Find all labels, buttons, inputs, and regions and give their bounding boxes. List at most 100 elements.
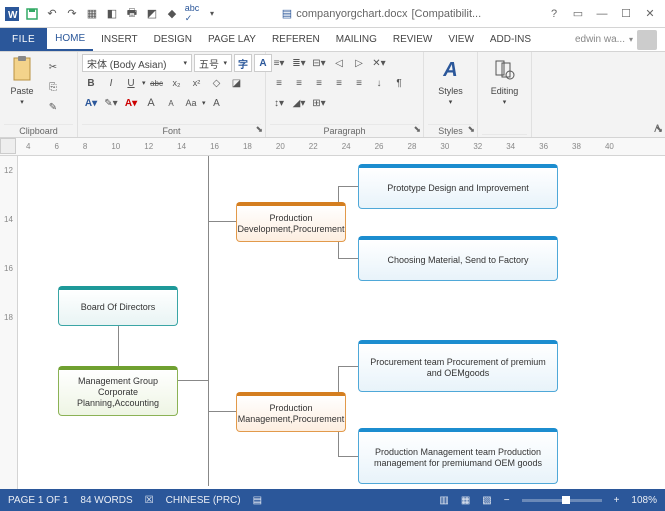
shrink-font-button[interactable]: A bbox=[162, 94, 180, 112]
help-button[interactable]: ? bbox=[543, 4, 565, 24]
multilevel-button[interactable]: ⊟▾ bbox=[310, 54, 328, 72]
change-case-button[interactable]: Aa bbox=[182, 94, 200, 112]
connector bbox=[208, 411, 238, 412]
subscript-button[interactable]: x₂ bbox=[168, 74, 186, 92]
read-mode-button[interactable]: ▥ bbox=[439, 495, 448, 506]
word-count[interactable]: 84 WORDS bbox=[80, 495, 132, 506]
ruler-tick: 40 bbox=[605, 142, 614, 151]
qat-dropdown-icon[interactable]: ▾ bbox=[204, 6, 220, 22]
spellcheck-status[interactable]: ☒ bbox=[145, 495, 154, 506]
print-layout-button[interactable]: ▦ bbox=[461, 495, 470, 506]
macro-status[interactable]: ▤ bbox=[253, 495, 262, 506]
numbering-button[interactable]: ≣▾ bbox=[290, 54, 308, 72]
zoom-level[interactable]: 108% bbox=[631, 495, 657, 506]
sort-button[interactable]: ↓ bbox=[370, 74, 388, 92]
tab-review[interactable]: REVIEW bbox=[385, 28, 440, 51]
ruler-tick: 30 bbox=[440, 142, 449, 151]
font-color-button[interactable]: A▾ bbox=[122, 94, 140, 112]
tab-design[interactable]: DESIGN bbox=[146, 28, 200, 51]
asian-layout-button[interactable]: ✕▾ bbox=[370, 54, 388, 72]
format-painter-button[interactable]: ✎ bbox=[44, 98, 62, 116]
undo-icon[interactable]: ↶ bbox=[44, 6, 60, 22]
minimize-button[interactable]: — bbox=[591, 4, 613, 24]
language-status[interactable]: CHINESE (PRC) bbox=[166, 495, 241, 506]
tab-insert[interactable]: INSERT bbox=[93, 28, 146, 51]
ruler-tick: 14 bbox=[177, 142, 186, 151]
org-box-procteam[interactable]: Procurement team Procurement of premium … bbox=[358, 340, 558, 392]
org-box-proto[interactable]: Prototype Design and Improvement bbox=[358, 164, 558, 209]
tab-home[interactable]: HOME bbox=[47, 28, 93, 51]
save-icon[interactable] bbox=[24, 6, 40, 22]
borders-button[interactable]: ⊞▾ bbox=[310, 94, 328, 112]
underline-button[interactable]: U bbox=[122, 74, 140, 92]
org-box-proddev[interactable]: Production Development,Procurement bbox=[236, 202, 346, 242]
org-box-pmteam[interactable]: Production Management team Production ma… bbox=[358, 428, 558, 484]
font-size-input[interactable]: 五号▾ bbox=[194, 54, 232, 72]
italic-button[interactable]: I bbox=[102, 74, 120, 92]
user-account[interactable]: edwin wa... ▾ bbox=[567, 28, 665, 51]
ruler-vertical[interactable]: 12141618 bbox=[0, 156, 18, 489]
superscript-button[interactable]: x² bbox=[188, 74, 206, 92]
styles-button[interactable]: A Styles ▾ bbox=[433, 54, 469, 108]
styles-launcher[interactable]: ⬊ bbox=[467, 124, 475, 135]
char-shading-button[interactable]: A bbox=[208, 94, 226, 112]
collapse-ribbon-button[interactable]: ᐱ bbox=[654, 124, 661, 135]
qat-icon-3[interactable]: ◩ bbox=[144, 6, 160, 22]
align-right-button[interactable]: ≡ bbox=[310, 74, 328, 92]
document-canvas[interactable]: Board Of Directors Management Group Corp… bbox=[18, 156, 665, 489]
org-box-prodmgmt[interactable]: Production Management,Procurement bbox=[236, 392, 346, 432]
decrease-indent-button[interactable]: ◁ bbox=[330, 54, 348, 72]
maximize-button[interactable]: ☐ bbox=[615, 4, 637, 24]
qat-icon-2[interactable]: ◧ bbox=[104, 6, 120, 22]
bold-button[interactable]: B bbox=[82, 74, 100, 92]
zoom-out-button[interactable]: − bbox=[504, 495, 510, 506]
distributed-button[interactable]: ≡ bbox=[350, 74, 368, 92]
strike-button[interactable]: abc bbox=[148, 74, 166, 92]
org-box-board[interactable]: Board Of Directors bbox=[58, 286, 178, 326]
char-border-button[interactable]: 字 bbox=[234, 54, 252, 72]
paste-button[interactable]: Paste ▾ bbox=[4, 54, 40, 108]
font-name-input[interactable]: 宋体 (Body Asian)▾ bbox=[82, 54, 192, 72]
org-box-mgmt[interactable]: Management Group Corporate Planning,Acco… bbox=[58, 366, 178, 416]
page-status[interactable]: PAGE 1 OF 1 bbox=[8, 495, 68, 506]
redo-icon[interactable]: ↷ bbox=[64, 6, 80, 22]
qat-icon-4[interactable]: ◆ bbox=[164, 6, 180, 22]
increase-indent-button[interactable]: ▷ bbox=[350, 54, 368, 72]
align-left-button[interactable]: ≡ bbox=[270, 74, 288, 92]
grow-font-button[interactable]: A bbox=[142, 94, 160, 112]
shading-button[interactable]: ◢▾ bbox=[290, 94, 308, 112]
tab-view[interactable]: VIEW bbox=[440, 28, 482, 51]
web-layout-button[interactable]: ▧ bbox=[482, 495, 491, 506]
zoom-in-button[interactable]: + bbox=[614, 495, 620, 506]
ruler-horizontal[interactable]: 46810121416182022242628303234363840 bbox=[0, 138, 665, 156]
highlight-button[interactable]: ✎▾ bbox=[102, 94, 120, 112]
font-launcher[interactable]: ⬊ bbox=[255, 124, 263, 135]
org-box-material[interactable]: Choosing Material, Send to Factory bbox=[358, 236, 558, 281]
close-button[interactable]: ✕ bbox=[639, 4, 661, 24]
line-spacing-button[interactable]: ↕▾ bbox=[270, 94, 288, 112]
spellcheck-icon[interactable]: abc✓ bbox=[184, 6, 200, 22]
tab-page-layout[interactable]: PAGE LAY bbox=[200, 28, 264, 51]
print-icon[interactable]: 🖶 bbox=[124, 6, 140, 22]
cut-button[interactable]: ✂ bbox=[44, 58, 62, 76]
bullets-button[interactable]: ≡▾ bbox=[270, 54, 288, 72]
justify-button[interactable]: ≡ bbox=[330, 74, 348, 92]
clear-format-button[interactable]: ◇ bbox=[208, 74, 226, 92]
show-marks-button[interactable]: ¶ bbox=[390, 74, 408, 92]
zoom-slider[interactable] bbox=[522, 499, 602, 502]
align-center-button[interactable]: ≡ bbox=[290, 74, 308, 92]
text-effects-button[interactable]: A▾ bbox=[82, 94, 100, 112]
copy-button[interactable]: ⎘ bbox=[44, 78, 62, 96]
tab-file[interactable]: FILE bbox=[0, 28, 47, 51]
tab-mailings[interactable]: MAILING bbox=[328, 28, 385, 51]
tab-references[interactable]: REFEREN bbox=[264, 28, 328, 51]
ruler-tick: 28 bbox=[408, 142, 417, 151]
paragraph-launcher[interactable]: ⬊ bbox=[413, 124, 421, 135]
ribbon-tabs: FILE HOME INSERT DESIGN PAGE LAY REFEREN… bbox=[0, 28, 665, 52]
qat-icon-1[interactable]: ▦ bbox=[84, 6, 100, 22]
editing-button[interactable]: Editing ▾ bbox=[487, 54, 523, 108]
editing-group-label bbox=[482, 134, 527, 137]
ribbon-display-button[interactable]: ▭ bbox=[567, 4, 589, 24]
tab-addins[interactable]: ADD-INS bbox=[482, 28, 539, 51]
eraser-button[interactable]: ◪ bbox=[228, 74, 246, 92]
